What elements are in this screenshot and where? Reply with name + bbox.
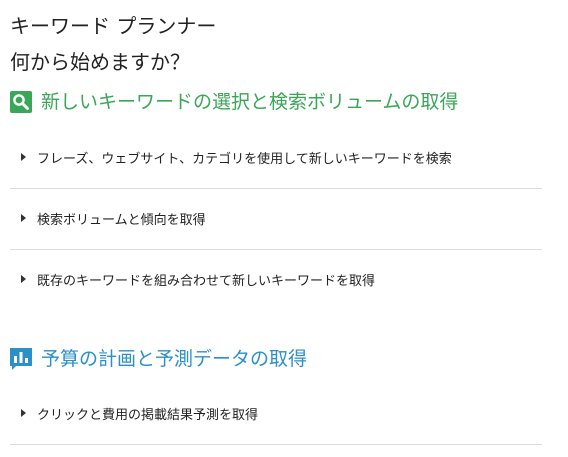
option-label: 検索ボリュームと傾向を取得 — [37, 212, 206, 228]
divider — [10, 444, 542, 445]
section-header-find-keywords: 新しいキーワードの選択と検索ボリュームの取得 — [10, 89, 458, 115]
option-label: フレーズ、ウェブサイト、カテゴリを使用して新しいキーワードを検索 — [37, 151, 452, 167]
bar-chart-icon — [10, 348, 32, 370]
caret-right-icon — [21, 275, 26, 283]
caret-right-icon — [21, 409, 26, 417]
page-title: キーワード プランナー — [10, 14, 217, 38]
option-search-new-keywords[interactable]: フレーズ、ウェブサイト、カテゴリを使用して新しいキーワードを検索 — [10, 127, 542, 187]
page-question: 何から始めますか？ — [10, 50, 190, 74]
option-get-search-volume[interactable]: 検索ボリュームと傾向を取得 — [10, 188, 542, 248]
option-get-forecasts[interactable]: クリックと費用の掲載結果予測を取得 — [10, 383, 542, 443]
option-label: クリックと費用の掲載結果予測を取得 — [37, 407, 259, 423]
search-icon — [10, 91, 32, 113]
option-label: 既存のキーワードを組み合わせて新しいキーワードを取得 — [37, 273, 376, 289]
caret-right-icon — [21, 153, 26, 161]
section-title: 新しいキーワードの選択と検索ボリュームの取得 — [41, 91, 459, 113]
option-multiply-keywords[interactable]: 既存のキーワードを組み合わせて新しいキーワードを取得 — [10, 249, 542, 309]
section-header-plan-budget: 予算の計画と予測データの取得 — [10, 346, 307, 372]
section-title: 予算の計画と予測データの取得 — [41, 348, 308, 370]
caret-right-icon — [21, 214, 26, 222]
